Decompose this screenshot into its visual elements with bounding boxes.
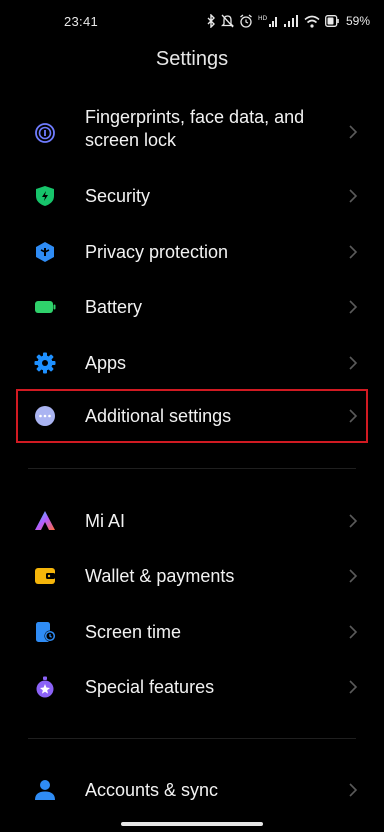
fingerprint-icon bbox=[34, 122, 56, 144]
divider bbox=[28, 738, 356, 739]
chevron-right-icon bbox=[349, 356, 358, 370]
hd-signal-icon: HD bbox=[258, 14, 278, 28]
selection-highlight bbox=[16, 389, 368, 443]
chevron-right-icon bbox=[349, 514, 358, 528]
settings-item-accounts[interactable]: Accounts & sync bbox=[16, 766, 368, 814]
settings-item-label: Security bbox=[85, 186, 151, 206]
screen-time-icon bbox=[34, 621, 56, 643]
settings-item-label: Accounts & sync bbox=[85, 780, 219, 800]
account-icon bbox=[34, 779, 56, 801]
settings-item-label: Mi AI bbox=[85, 511, 126, 531]
settings-item-label: Screen time bbox=[85, 622, 182, 642]
settings-item-screen-time[interactable]: Screen time bbox=[16, 608, 368, 656]
settings-item-security[interactable]: Security bbox=[16, 172, 368, 220]
chevron-right-icon bbox=[349, 245, 358, 259]
settings-item-mi-ai[interactable]: Mi AI bbox=[16, 497, 368, 545]
security-shield-icon bbox=[34, 185, 56, 207]
chevron-right-icon bbox=[349, 569, 358, 583]
battery-icon bbox=[34, 296, 56, 318]
signal-icon bbox=[283, 14, 299, 28]
privacy-icon bbox=[34, 241, 56, 263]
settings-item-special-features[interactable]: Special features bbox=[16, 663, 368, 711]
settings-item-label: Privacy protection bbox=[85, 242, 229, 262]
settings-item-label: Special features bbox=[85, 677, 215, 697]
settings-item-apps[interactable]: Apps bbox=[16, 339, 368, 387]
battery-status-icon bbox=[325, 15, 339, 27]
chevron-right-icon bbox=[349, 680, 358, 694]
chevron-right-icon bbox=[349, 783, 358, 797]
gear-icon bbox=[34, 352, 56, 374]
page-title: Settings bbox=[155, 48, 229, 70]
chevron-right-icon bbox=[349, 125, 358, 139]
alarm-icon bbox=[239, 14, 253, 28]
status-time: 23:41 bbox=[64, 14, 99, 29]
settings-item-label: Fingerprints, face data, and screen lock bbox=[85, 107, 305, 150]
status-bar: 23:41 HD 59% bbox=[0, 0, 384, 40]
settings-item-label: Battery bbox=[85, 297, 143, 317]
settings-item-fingerprints[interactable]: Fingerprints, face data, and screen lock bbox=[16, 106, 368, 160]
svg-text:HD: HD bbox=[258, 15, 268, 22]
settings-item-label: Apps bbox=[85, 353, 127, 373]
wifi-icon bbox=[304, 15, 320, 28]
special-features-icon bbox=[34, 676, 56, 698]
mute-icon bbox=[220, 14, 234, 28]
settings-item-label: Wallet & payments bbox=[85, 566, 235, 586]
settings-item-wallet[interactable]: Wallet & payments bbox=[16, 552, 368, 600]
chevron-right-icon bbox=[349, 300, 358, 314]
wallet-icon bbox=[34, 565, 56, 587]
status-icons: HD 59% bbox=[207, 12, 370, 30]
divider bbox=[28, 468, 356, 469]
home-indicator[interactable] bbox=[121, 822, 263, 826]
chevron-right-icon bbox=[349, 189, 358, 203]
bluetooth-icon bbox=[207, 14, 216, 28]
mi-ai-icon bbox=[34, 510, 56, 532]
chevron-right-icon bbox=[349, 625, 358, 639]
settings-item-battery[interactable]: Battery bbox=[16, 283, 368, 331]
settings-item-privacy[interactable]: Privacy protection bbox=[16, 228, 368, 276]
battery-percent: 59% bbox=[345, 14, 370, 28]
